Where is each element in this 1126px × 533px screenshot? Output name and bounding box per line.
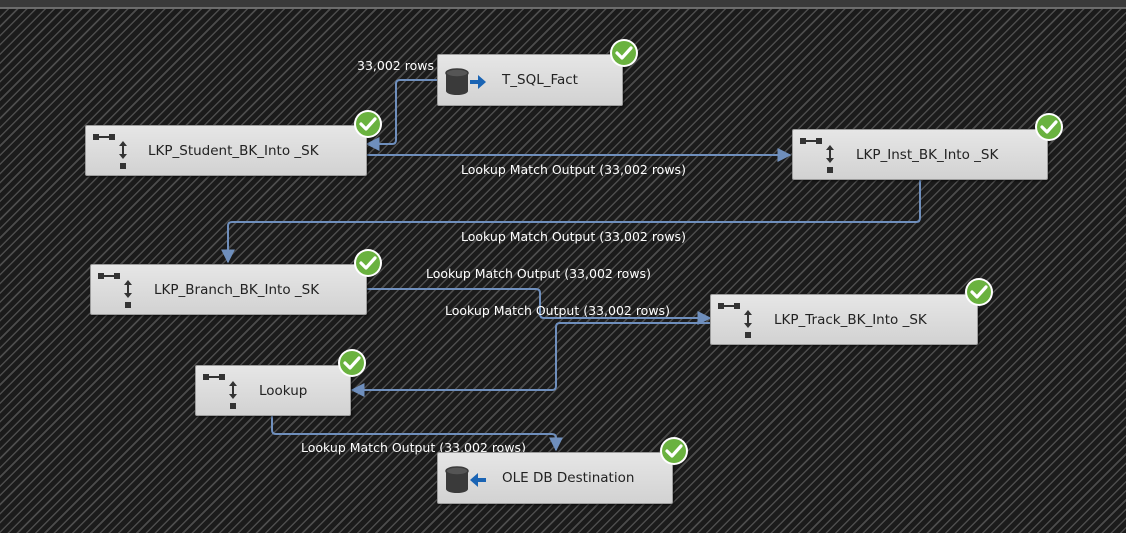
node-label: LKP_Branch_BK_Into _SK [154, 281, 320, 298]
node-label: LKP_Inst_BK_Into _SK [856, 146, 999, 163]
success-check-icon [610, 39, 638, 67]
success-check-icon [965, 278, 993, 306]
edge-label-inst-to-branch: Lookup Match Output (33,002 rows) [461, 229, 686, 244]
node-label: LKP_Track_BK_Into _SK [774, 311, 927, 328]
edge-label-branch-to-track: Lookup Match Output (33,002 rows) [426, 266, 651, 281]
destination-node-ole-db[interactable]: OLE DB Destination [437, 452, 673, 504]
node-label: OLE DB Destination [502, 470, 635, 486]
success-check-icon [1035, 113, 1063, 141]
lookup-icon [98, 273, 132, 308]
lookup-node-branch[interactable]: LKP_Branch_BK_Into _SK [90, 264, 367, 315]
success-check-icon [660, 437, 688, 465]
node-label: T_SQL_Fact [502, 72, 578, 88]
lookup-node-inst[interactable]: LKP_Inst_BK_Into _SK [792, 129, 1048, 180]
lookup-node-student[interactable]: LKP_Student_BK_Into _SK [85, 125, 367, 176]
lookup-icon [93, 134, 127, 169]
source-node-t-sql-fact[interactable]: T_SQL_Fact [437, 54, 623, 106]
success-check-icon [354, 110, 382, 138]
node-label: Lookup [259, 382, 308, 399]
node-label: LKP_Student_BK_Into _SK [148, 142, 319, 159]
edge-label-track-to-lookup: Lookup Match Output (33,002 rows) [445, 303, 670, 318]
success-check-icon [354, 249, 382, 277]
path-track-to-lookup[interactable] [350, 322, 710, 397]
destination-database-icon [445, 466, 486, 493]
lookup-node-lookup[interactable]: Lookup [195, 365, 351, 416]
edge-label-student-to-inst: Lookup Match Output (33,002 rows) [461, 162, 686, 177]
lookup-icon [718, 303, 752, 338]
path-inst-to-branch[interactable] [221, 180, 921, 264]
edge-label-fact-to-student: 33,002 rows [357, 58, 434, 73]
lookup-icon [203, 374, 237, 409]
success-check-icon [338, 349, 366, 377]
lookup-node-track[interactable]: LKP_Track_BK_Into _SK [710, 294, 978, 345]
lookup-icon [800, 138, 834, 173]
source-database-icon [445, 68, 486, 95]
